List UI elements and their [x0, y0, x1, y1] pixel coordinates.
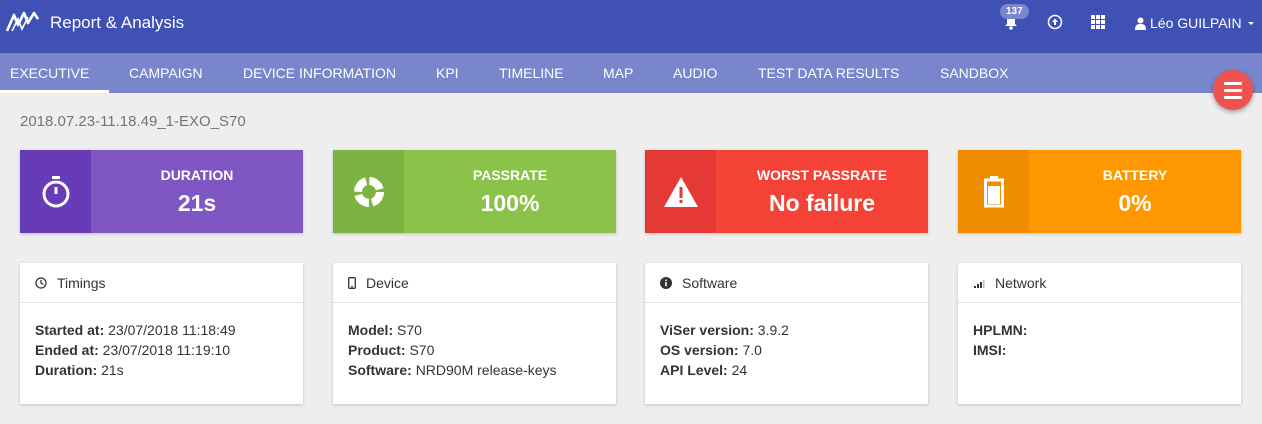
phone-icon [348, 276, 356, 289]
app-title: Report & Analysis [50, 13, 185, 32]
card-header: Timings [20, 263, 303, 303]
kpi-battery: BATTERY 0% [958, 150, 1241, 233]
info-row: Product: S70 [348, 342, 435, 358]
caret-down-icon [1247, 22, 1254, 25]
info-row: Ended at: 23/07/2018 11:19:10 [35, 342, 231, 358]
kpi-label: DURATION [160, 167, 234, 183]
card-title: Timings [57, 274, 106, 291]
card-device: Device Model: S70 Product: S70 Software:… [333, 263, 616, 404]
kpi-worst-passrate: WORST PASSRATE No failure [645, 150, 928, 233]
kpi-value: 21s [177, 190, 217, 216]
donut-chart-icon [353, 176, 384, 207]
kpi-value: No failure [768, 190, 876, 216]
info-row: Started at: 23/07/2018 11:18:49 [35, 322, 236, 338]
info-row: Model: S70 [348, 322, 422, 338]
stopwatch-icon [42, 175, 69, 207]
signal-icon [974, 279, 985, 288]
tab-executive[interactable]: EXECUTIVE [10, 65, 89, 81]
info-icon [660, 276, 672, 289]
tab-map[interactable]: MAP [603, 65, 633, 81]
kpi-label: BATTERY [1102, 167, 1168, 183]
card-header: Device [333, 263, 616, 303]
tab-timeline[interactable]: TIMELINE [499, 65, 564, 81]
top-app-bar: Report & Analysis 137 Léo GUILPAIN [0, 0, 1262, 53]
tab-sandbox[interactable]: SANDBOX [940, 65, 1008, 81]
card-network: Network HPLMN: IMSI: [958, 263, 1241, 404]
menu-fab-button[interactable] [1213, 70, 1253, 110]
kpi-label: PASSRATE [472, 167, 548, 183]
user-icon [1135, 17, 1146, 30]
tab-test-data-results[interactable]: TEST DATA RESULTS [758, 65, 899, 81]
tab-device-information[interactable]: DEVICE INFORMATION [243, 65, 396, 81]
notification-badge: 137 [1000, 4, 1029, 19]
hamburger-menu-icon [1224, 82, 1242, 85]
card-software: Software ViSer version: 3.9.2 OS version… [645, 263, 928, 404]
clock-icon [35, 276, 47, 289]
apps-grid-icon[interactable] [1090, 14, 1106, 30]
upload-icon[interactable] [1047, 14, 1063, 30]
active-tab-indicator [0, 90, 109, 93]
kpi-value: 0% [1118, 190, 1152, 216]
tab-audio[interactable]: AUDIO [673, 65, 717, 81]
tab-bar: EXECUTIVE CAMPAIGN DEVICE INFORMATION KP… [0, 53, 1262, 93]
info-row: ViSer version: 3.9.2 [660, 322, 789, 338]
card-timings: Timings Started at: 23/07/2018 11:18:49 … [20, 263, 303, 404]
warning-icon [663, 176, 698, 207]
card-title: Software [682, 274, 738, 291]
info-row: Duration: 21s [35, 362, 124, 378]
card-header: Network [958, 263, 1241, 303]
kpi-label: WORST PASSRATE [756, 167, 888, 183]
tab-campaign[interactable]: CAMPAIGN [129, 65, 203, 81]
info-row: IMSI: [973, 342, 1007, 358]
info-row: OS version: 7.0 [660, 342, 762, 358]
tab-kpi[interactable]: KPI [436, 65, 459, 81]
user-menu[interactable]: Léo GUILPAIN [1135, 15, 1256, 31]
info-row: API Level: 24 [660, 362, 748, 378]
report-name: 2018.07.23-11.18.49_1-EXO_S70 [20, 113, 246, 130]
kpi-duration: DURATION 21s [20, 150, 303, 233]
battery-icon [983, 175, 1004, 207]
kpi-value: 100% [480, 190, 540, 216]
app-logo[interactable] [6, 11, 40, 33]
info-row: Software: NRD90M release-keys [348, 362, 557, 378]
card-title: Network [995, 274, 1047, 291]
kpi-passrate: PASSRATE 100% [333, 150, 616, 233]
user-name: Léo GUILPAIN [1150, 15, 1242, 31]
card-title: Device [366, 274, 409, 291]
card-header: Software [645, 263, 928, 303]
info-row: HPLMN: [973, 322, 1028, 338]
